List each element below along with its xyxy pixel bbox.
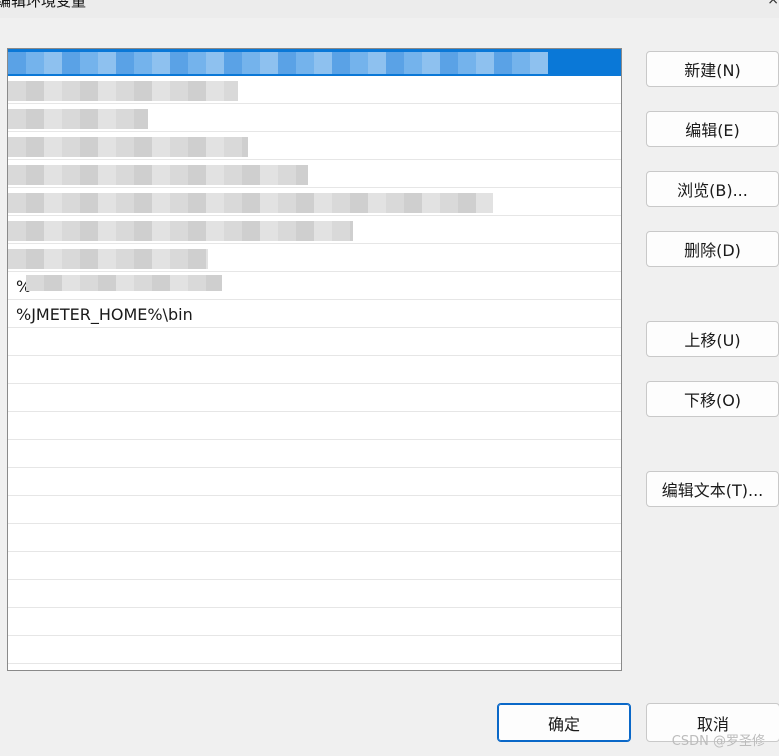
list-item[interactable]: %: [8, 273, 621, 300]
list-item[interactable]: [8, 161, 621, 188]
list-item-empty[interactable]: [8, 581, 621, 608]
list-item-empty[interactable]: [8, 497, 621, 524]
list-item[interactable]: [8, 189, 621, 216]
list-item-empty[interactable]: [8, 637, 621, 664]
new-button[interactable]: 新建(N): [646, 51, 779, 87]
list-item-text: %JMETER_HOME%\bin: [16, 305, 193, 324]
list-item[interactable]: [8, 77, 621, 104]
redacted-text: [8, 165, 308, 185]
redacted-text: [8, 249, 208, 269]
browse-button[interactable]: 浏览(B)...: [646, 171, 779, 207]
title-bar: 编辑环境变量 ×: [0, 0, 779, 18]
list-item[interactable]: [8, 245, 621, 272]
list-item-selected[interactable]: [8, 49, 621, 76]
list-item[interactable]: %JMETER_HOME%\bin: [8, 301, 621, 328]
delete-button[interactable]: 删除(D): [646, 231, 779, 267]
list-item-empty[interactable]: [8, 329, 621, 356]
redacted-text: [8, 81, 238, 101]
list-item-empty[interactable]: [8, 413, 621, 440]
redacted-text: [8, 221, 353, 241]
ok-button[interactable]: 确定: [497, 703, 631, 742]
redacted-text: [8, 193, 493, 213]
list-item-empty[interactable]: [8, 385, 621, 412]
list-item-empty[interactable]: [8, 357, 621, 384]
list-item-empty[interactable]: [8, 469, 621, 496]
move-up-button[interactable]: 上移(U): [646, 321, 779, 357]
list-item[interactable]: [8, 105, 621, 132]
redacted-text: [26, 275, 222, 291]
watermark: CSDN @罗圣修: [671, 734, 765, 749]
edit-text-button[interactable]: 编辑文本(T)...: [646, 471, 779, 507]
window-title: 编辑环境变量: [0, 0, 87, 10]
list-item-empty[interactable]: [8, 441, 621, 468]
list-item-empty[interactable]: [8, 553, 621, 580]
edit-button[interactable]: 编辑(E): [646, 111, 779, 147]
list-item-empty[interactable]: [8, 609, 621, 636]
list-item[interactable]: [8, 133, 621, 160]
move-down-button[interactable]: 下移(O): [646, 381, 779, 417]
env-variable-list[interactable]: % %JMETER_HOME%\bin: [7, 48, 622, 671]
close-icon[interactable]: ×: [767, 0, 779, 8]
list-item[interactable]: [8, 217, 621, 244]
list-item-empty[interactable]: [8, 525, 621, 552]
redacted-text: [8, 52, 548, 74]
redacted-text: [8, 137, 248, 157]
redacted-text: [8, 109, 148, 129]
